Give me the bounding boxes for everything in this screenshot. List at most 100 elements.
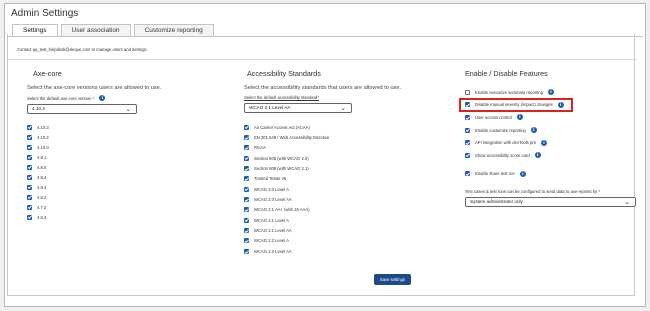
standard-label: WCAG 2.0 Level A (254, 186, 289, 192)
standard-item[interactable]: WCAG 2.1 Level AA (244, 225, 352, 235)
axe-version-label: 4.6.3 (37, 214, 47, 220)
checkbox[interactable] (244, 124, 249, 130)
feature-label: API integration with devTools pro (475, 140, 536, 146)
save-settings-button[interactable]: Save settings (374, 274, 411, 285)
ship-data-value: System administrator only (470, 199, 523, 205)
standard-label: WCAG 2.1 Level AA (254, 228, 292, 234)
info-icon[interactable]: i (516, 114, 523, 121)
standard-item[interactable]: WCAG 2.0 Level A (244, 184, 352, 194)
info-icon[interactable]: i (519, 170, 526, 177)
checkbox[interactable] (27, 134, 32, 140)
axe-version-item[interactable]: 4.8.4 (27, 172, 137, 182)
axe-version-label: 4.9.0 (37, 164, 47, 170)
checkbox[interactable] (27, 164, 32, 170)
axe-version-label: 4.8.3 (37, 184, 47, 190)
axe-version-item[interactable]: 4.9.0 (27, 162, 137, 172)
default-axe-version-value: 4.10.3 (32, 106, 45, 111)
info-icon[interactable]: i (540, 139, 547, 146)
checkbox[interactable] (244, 155, 249, 161)
checkbox[interactable] (244, 186, 249, 192)
checkbox[interactable] (465, 140, 470, 146)
info-icon[interactable]: i (557, 101, 564, 108)
standards-description: Select the accessibility standards that … (244, 85, 402, 91)
standard-item[interactable]: WCAG 2.0 Level AA (244, 194, 352, 204)
axe-version-item[interactable]: 4.8.2 (27, 192, 137, 202)
standard-item[interactable]: Section 508 (with WCAG 2.0) (244, 153, 352, 163)
standard-item[interactable]: Trusted Tester v5 (244, 174, 352, 184)
standard-item[interactable]: Air Carrier Access Act (ACAA) (244, 122, 352, 132)
standard-item[interactable]: WCAG 2.2 Level AA (244, 246, 352, 256)
standard-label: RGAA (254, 145, 266, 151)
checkbox[interactable] (244, 207, 249, 213)
axe-version-label: 4.9.1 (37, 154, 47, 160)
checkbox[interactable] (244, 145, 249, 151)
feature-item[interactable]: Disable manual severity (impact) changes… (465, 99, 636, 112)
checkbox[interactable] (27, 144, 32, 150)
axe-version-item[interactable]: 4.6.3 (27, 212, 137, 222)
feature-item[interactable]: Show accessibility score card i (465, 149, 636, 162)
checkbox[interactable] (27, 194, 32, 200)
checkbox[interactable] (244, 238, 249, 244)
feature-label: User access control (475, 114, 512, 120)
checkbox[interactable] (465, 114, 470, 120)
feature-label: Show accessibility score card (475, 152, 530, 158)
features-list: Enable executive summary reporting i Disa… (465, 86, 636, 180)
default-axe-version-label-text: Select the default axe-core version * (27, 95, 95, 101)
default-standard-label: Select the default accessibility standar… (244, 95, 319, 100)
standard-label: Air Carrier Access Act (ACAA) (254, 124, 310, 130)
features-heading: Enable / Disable Features (465, 69, 548, 78)
checkbox[interactable] (465, 89, 470, 95)
checkbox[interactable] (27, 154, 32, 160)
checkbox[interactable] (465, 127, 470, 133)
standard-label: Section 508 (with WCAG 2.1) (254, 166, 309, 172)
checkbox[interactable] (27, 124, 32, 130)
axe-version-item[interactable]: 4.10.0 (27, 142, 137, 152)
axe-version-label: 4.8.2 (37, 194, 47, 200)
checkbox[interactable] (27, 204, 32, 210)
standards-heading: Accessibility Standards (247, 69, 321, 78)
axe-version-item[interactable]: 4.10.2 (27, 132, 137, 142)
feature-item[interactable]: Enable customize reporting i (465, 124, 636, 137)
axe-version-label: 4.7.2 (37, 204, 47, 210)
checkbox[interactable] (244, 197, 249, 203)
standard-label: Section 508 (with WCAG 2.0) (254, 155, 309, 161)
standard-item[interactable]: EN 301 549 / Web Accessibility Directive (244, 132, 352, 142)
info-icon[interactable]: i (99, 95, 106, 101)
checkbox[interactable] (244, 166, 249, 172)
feature-label: Enable executive summary reporting (475, 89, 543, 95)
checkbox[interactable] (27, 174, 32, 180)
checkbox[interactable] (244, 217, 249, 223)
standard-item[interactable]: Section 508 (with WCAG 2.1) (244, 163, 352, 173)
standard-label: WCAG 2.1 Level A (254, 217, 289, 223)
info-icon[interactable]: i (534, 152, 541, 159)
axe-version-item[interactable]: 4.8.3 (27, 182, 137, 192)
default-axe-version-select[interactable]: 4.10.3 ⌄ (27, 104, 137, 114)
standards-section: Accessibility Standards Select the acces… (244, 69, 402, 256)
checkbox[interactable] (244, 248, 249, 254)
axe-version-item[interactable]: 4.7.2 (27, 202, 137, 212)
feature-item[interactable]: API integration with devTools pro i (465, 136, 636, 149)
checkbox[interactable] (27, 214, 32, 220)
section-divider (8, 59, 637, 60)
feature-item[interactable]: Enable executive summary reporting i (465, 86, 636, 99)
feature-item[interactable]: Enable share test run i (465, 168, 636, 181)
checkbox[interactable] (465, 102, 470, 108)
checkbox[interactable] (244, 176, 249, 182)
standard-item[interactable]: WCAG 2.1 Level A (244, 215, 352, 225)
info-icon[interactable]: i (547, 89, 554, 96)
standard-item[interactable]: WCAG 2.2 Level A (244, 236, 352, 246)
axe-version-item[interactable]: 4.10.3 (27, 122, 137, 132)
standard-item[interactable]: RGAA (244, 143, 352, 153)
checkbox[interactable] (244, 228, 249, 234)
default-standard-select[interactable]: WCAG 2.1 Level AA ⌄ (244, 103, 352, 113)
checkbox[interactable] (27, 184, 32, 190)
checkbox[interactable] (465, 152, 470, 158)
feature-item[interactable]: User access control i (465, 111, 636, 124)
info-icon[interactable]: i (530, 127, 537, 134)
ship-data-select[interactable]: System administrator only ⌄ (465, 197, 636, 208)
checkbox[interactable] (465, 171, 470, 177)
checkbox[interactable] (244, 135, 249, 141)
standard-item[interactable]: WCAG 2.1 AA+ (with 15 AAA) (244, 205, 352, 215)
axe-version-item[interactable]: 4.9.1 (27, 152, 137, 162)
axe-version-label: 4.8.4 (37, 174, 47, 180)
